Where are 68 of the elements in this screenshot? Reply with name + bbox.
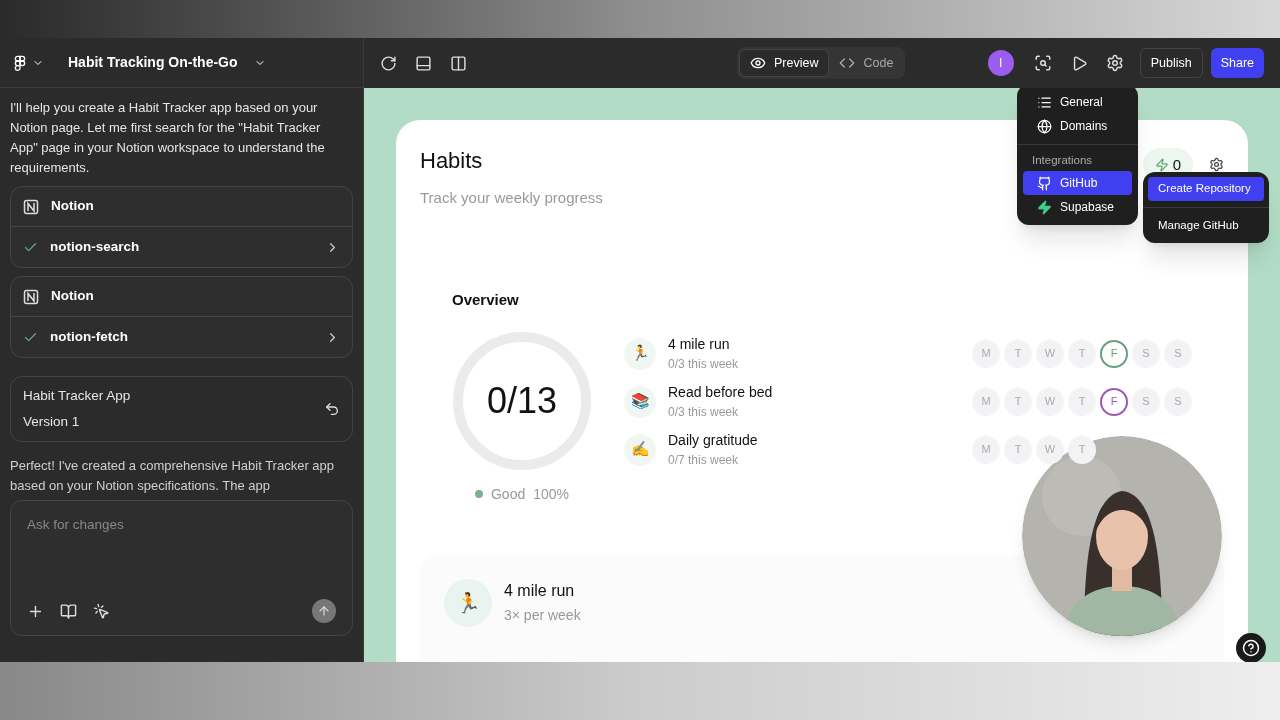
menu-item[interactable]: Create Repository [1148, 177, 1264, 201]
menu-item[interactable]: General [1023, 90, 1132, 114]
share-button[interactable]: Share [1210, 48, 1264, 78]
version-name: Habit Tracker App [23, 386, 132, 405]
tool-call-name: notion-fetch [50, 327, 129, 346]
menu-item[interactable]: Manage GitHub [1148, 214, 1264, 238]
habit-count: 0/7 this week [668, 452, 740, 469]
view-tab[interactable]: Preview [739, 49, 830, 77]
tool-service: Notion [51, 287, 94, 306]
tool-call-row[interactable]: notion-fetch [11, 317, 352, 357]
panel-icon[interactable] [415, 54, 432, 72]
restore-icon[interactable] [324, 401, 340, 417]
help-button[interactable] [1236, 633, 1266, 662]
help-icon [1242, 639, 1260, 657]
pointer-click-icon[interactable] [93, 602, 110, 620]
streak-count: 0 [1172, 154, 1181, 175]
status-percent: 100% [533, 484, 570, 504]
settings-icon[interactable] [1209, 157, 1224, 172]
tool-call-row[interactable]: notion-search [11, 227, 352, 267]
habit-name: Read before bed [668, 383, 774, 402]
settings-icon[interactable] [1105, 54, 1124, 72]
notion-icon [23, 288, 39, 305]
chat-input-field[interactable]: Ask for changes [27, 515, 336, 536]
section-title: Overview [452, 290, 519, 308]
send-button[interactable] [312, 599, 336, 623]
globe-icon [1037, 118, 1052, 134]
inspect-icon[interactable] [1033, 54, 1052, 72]
github-icon [1037, 175, 1052, 191]
app-title: Habits [420, 147, 484, 175]
habit-frequency: 3× per week [504, 606, 581, 625]
habit-name: 4 mile run [668, 335, 731, 354]
eye-icon [750, 55, 766, 71]
habit-name: Daily gratitude [668, 431, 759, 450]
code-icon [839, 55, 856, 71]
assistant-message: I'll help you create a Habit Tracker app based on your Notion page. Let me first search for the "Habit Tracker App" page in your Notion workspace to understand the requirements. [10, 99, 326, 177]
logo-icon[interactable] [12, 54, 28, 71]
menu-section-label: Integrations [1031, 153, 1094, 169]
menu-item[interactable]: Domains [1023, 114, 1132, 138]
progress-value: 0/13 [486, 378, 558, 423]
tool-service: Notion [51, 197, 94, 216]
status-label: Good [490, 484, 526, 504]
view-tab[interactable]: Code [829, 49, 904, 77]
habit-emoji: 📚 [624, 385, 656, 418]
habit-count: 0/3 this week [668, 404, 740, 421]
habit-name: 4 mile run [504, 581, 576, 601]
menu-item[interactable]: Supabase [1023, 195, 1132, 219]
version-card[interactable]: Habit Tracker App Version 1 [10, 376, 353, 442]
bolt-icon [1037, 199, 1052, 215]
bolt-icon [1154, 158, 1169, 172]
habit-count: 0/3 this week [668, 356, 740, 373]
habit-emoji: ✍ [624, 433, 656, 466]
chat-input[interactable]: Ask for changes [10, 500, 353, 636]
book-icon[interactable] [60, 602, 77, 620]
arrow-up-icon [317, 604, 331, 618]
publish-button[interactable]: Publish [1139, 48, 1203, 78]
tool-call-name: notion-search [50, 237, 141, 256]
app-subtitle: Track your weekly progress [420, 188, 603, 208]
project-title[interactable]: Habit Tracking On-the-Go [68, 52, 238, 73]
habit-emoji: 🏃 [444, 578, 492, 627]
layout-icon[interactable] [450, 54, 467, 72]
notion-icon [23, 198, 39, 215]
assistant-message: Perfect! I've created a comprehensive Habit Tracker app based on your Notion specifications. The app [10, 457, 336, 495]
refresh-icon[interactable] [380, 54, 397, 72]
user-avatar[interactable]: I [987, 50, 1014, 76]
list-icon [1037, 94, 1052, 110]
version-label: Version 1 [23, 413, 81, 431]
menu-item[interactable]: GitHub [1023, 171, 1132, 195]
habit-emoji: 🏃 [624, 337, 656, 370]
